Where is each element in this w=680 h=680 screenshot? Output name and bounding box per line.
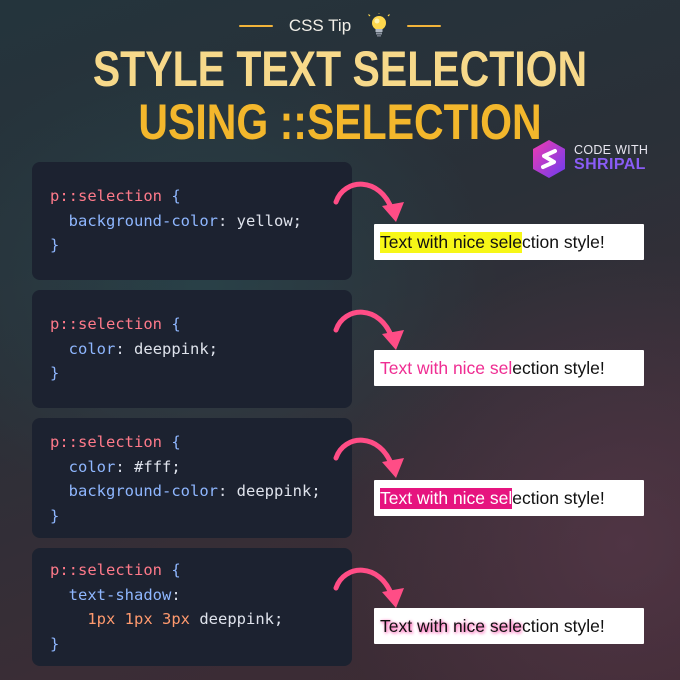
selected-text[interactable]: Text with nice sele [380, 616, 522, 637]
selection-demo-2[interactable]: Text with nice sel ection style! [374, 350, 644, 386]
css-selector: p::selection [50, 315, 162, 333]
unselected-text[interactable]: ction style! [522, 616, 605, 637]
code-line: 1px 1px 3px deeppink; [50, 607, 352, 632]
close-brace: } [50, 634, 60, 653]
css-tip-header: CSS Tip [0, 12, 680, 40]
code-line: p::selection { [50, 558, 352, 583]
css-property: text-shadow [68, 585, 172, 604]
open-brace: { [171, 315, 181, 333]
css-value: deeppink; [199, 610, 284, 628]
divider-left [238, 25, 273, 27]
css-value: #fff; [134, 457, 181, 476]
code-line: } [50, 233, 352, 258]
selected-text[interactable]: Text with nice sel [380, 487, 513, 509]
unselected-text[interactable]: ection style! [512, 358, 604, 379]
selected-text[interactable]: Text with nice sele [380, 231, 523, 253]
close-brace: } [50, 506, 60, 525]
close-brace: } [50, 364, 60, 382]
code-line: } [50, 504, 352, 529]
code-line: background-color: deeppink; [68, 482, 321, 500]
brand-badge: CODE WITH SHRIPAL [530, 138, 648, 180]
selection-demo-1[interactable]: Text with nice sele ction style! [374, 224, 644, 260]
unselected-text[interactable]: ection style! [512, 488, 604, 509]
open-brace: { [171, 561, 181, 579]
code-line: p::selection { [50, 184, 352, 209]
code-line: } [50, 361, 352, 386]
selected-text[interactable]: Text with nice sel [380, 358, 512, 379]
unselected-text[interactable]: ction style! [522, 232, 605, 253]
code-line: text-shadow: [68, 585, 181, 604]
lightbulb-icon [368, 13, 391, 37]
code-with-shripal-logo-icon [533, 140, 565, 178]
page-title-line-1: STYLE TEXT SELECTION [92, 41, 588, 97]
css-property: background-color [68, 482, 218, 500]
code-line: color: deeppink; [68, 339, 219, 358]
code-line: } [50, 632, 352, 657]
css-value: yellow; [236, 211, 302, 230]
css-selector: p::selection [50, 561, 162, 579]
code-card-3: p::selection { color: #fff; background-c… [32, 418, 352, 538]
css-selector: p::selection [50, 187, 162, 205]
code-card-1: p::selection { background-color: yellow;… [32, 162, 352, 280]
css-value-numbers: 1px 1px 3px [87, 610, 190, 628]
css-selector: p::selection [50, 433, 162, 451]
css-property: color [68, 457, 116, 476]
css-property: background-color [68, 211, 218, 230]
css-value: deeppink; [236, 482, 321, 500]
close-brace: } [50, 236, 60, 254]
code-card-4: p::selection { text-shadow: 1px 1px 3px … [32, 548, 352, 666]
selection-demo-4[interactable]: Text with nice sele ction style! [374, 608, 644, 644]
css-property: color [68, 339, 116, 358]
open-brace: { [171, 187, 181, 205]
code-card-2: p::selection { color: deeppink; } [32, 290, 352, 408]
selection-demo-3[interactable]: Text with nice sel ection style! [374, 480, 644, 516]
divider-right [407, 25, 442, 27]
open-brace: { [171, 433, 181, 451]
code-line: color: #fff; [68, 457, 181, 476]
css-tip-label: CSS Tip [288, 16, 352, 35]
code-line: background-color: yellow; [68, 211, 302, 230]
css-value: deeppink; [134, 339, 219, 358]
code-line: p::selection { [50, 430, 352, 455]
code-line: p::selection { [50, 312, 352, 337]
brand-line-2: SHRIPAL [574, 156, 646, 174]
